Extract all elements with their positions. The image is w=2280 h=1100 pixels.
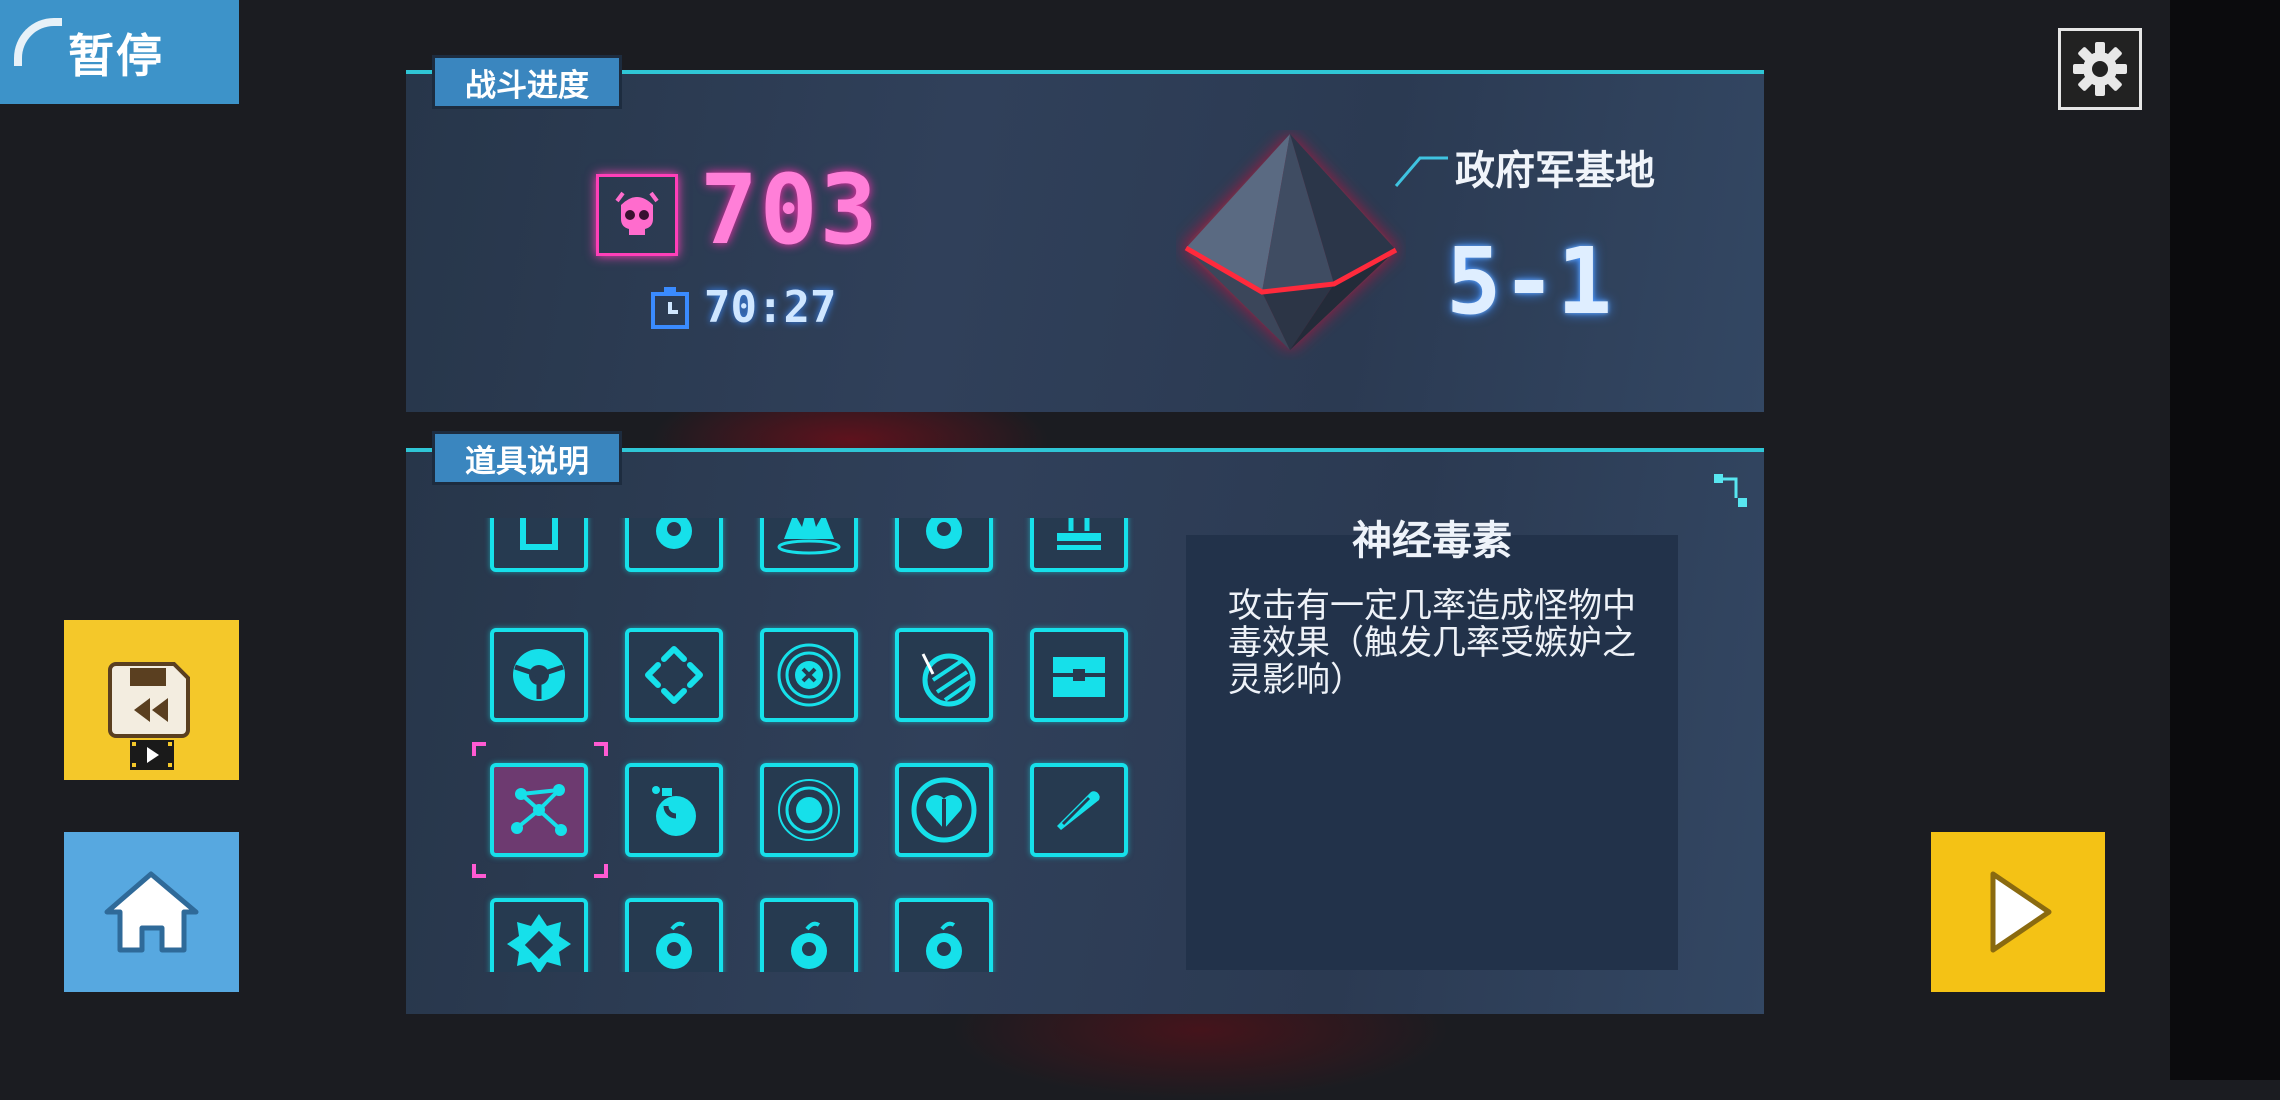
crystal-icon <box>1182 134 1398 350</box>
item-description: 攻击有一定几率造成怪物中毒效果（触发几率受嫉妒之灵影响） <box>1228 586 1636 700</box>
timer-icon <box>651 287 689 329</box>
stage-number: 5-1 <box>1446 228 1613 335</box>
screen-edge <box>2170 0 2280 1080</box>
battle-time: 70:27 <box>704 282 837 333</box>
location-name: 政府军基地 <box>1455 148 1655 194</box>
bomb-eye-item-icon[interactable] <box>625 898 723 972</box>
selection-frame <box>472 742 608 878</box>
flame-item-icon[interactable] <box>760 518 858 572</box>
battle-progress-tab: 战斗进度 <box>432 55 622 109</box>
striped-ball-item-icon[interactable] <box>895 628 993 722</box>
next-button[interactable] <box>1931 832 2105 992</box>
play-icon <box>1990 871 2052 953</box>
heart-shield-item-icon[interactable] <box>895 763 993 857</box>
bomb-item-icon[interactable] <box>625 518 723 572</box>
home-icon <box>104 871 199 953</box>
potion-item-icon[interactable] <box>625 763 723 857</box>
corner-connector-icon <box>1714 474 1747 507</box>
home-button[interactable] <box>64 832 239 992</box>
location-pointer-line <box>1394 156 1448 187</box>
cross-circle-item-icon[interactable] <box>760 628 858 722</box>
bomb-eye-item-icon[interactable] <box>895 518 993 572</box>
spiky-gem-item-icon[interactable] <box>490 898 588 972</box>
save-rewind-icon <box>108 662 190 770</box>
pause-label: 暂停 <box>68 29 164 83</box>
armor-item-icon[interactable] <box>490 518 588 572</box>
kill-count: 703 <box>700 154 880 266</box>
radiation-item-icon[interactable] <box>490 628 588 722</box>
settings-button[interactable] <box>2058 28 2142 110</box>
diamond-arrows-item-icon[interactable] <box>625 628 723 722</box>
chest-item-icon[interactable] <box>1030 628 1128 722</box>
kill-skull-icon <box>596 174 678 256</box>
bomb-eye-item-icon[interactable] <box>895 898 993 972</box>
gear-icon <box>2073 42 2127 96</box>
rewind-save-button[interactable] <box>64 620 239 780</box>
items-tab: 道具说明 <box>432 431 622 485</box>
pause-arc-icon <box>14 18 62 66</box>
pen-item-icon[interactable] <box>1030 763 1128 857</box>
stamp-item-icon[interactable] <box>1030 518 1128 572</box>
pause-button[interactable]: 暂停 <box>0 0 239 104</box>
item-name: 神经毒素 <box>1352 518 1512 564</box>
bomb-eye-item-icon[interactable] <box>760 898 858 972</box>
target-ring-item-icon[interactable] <box>760 763 858 857</box>
